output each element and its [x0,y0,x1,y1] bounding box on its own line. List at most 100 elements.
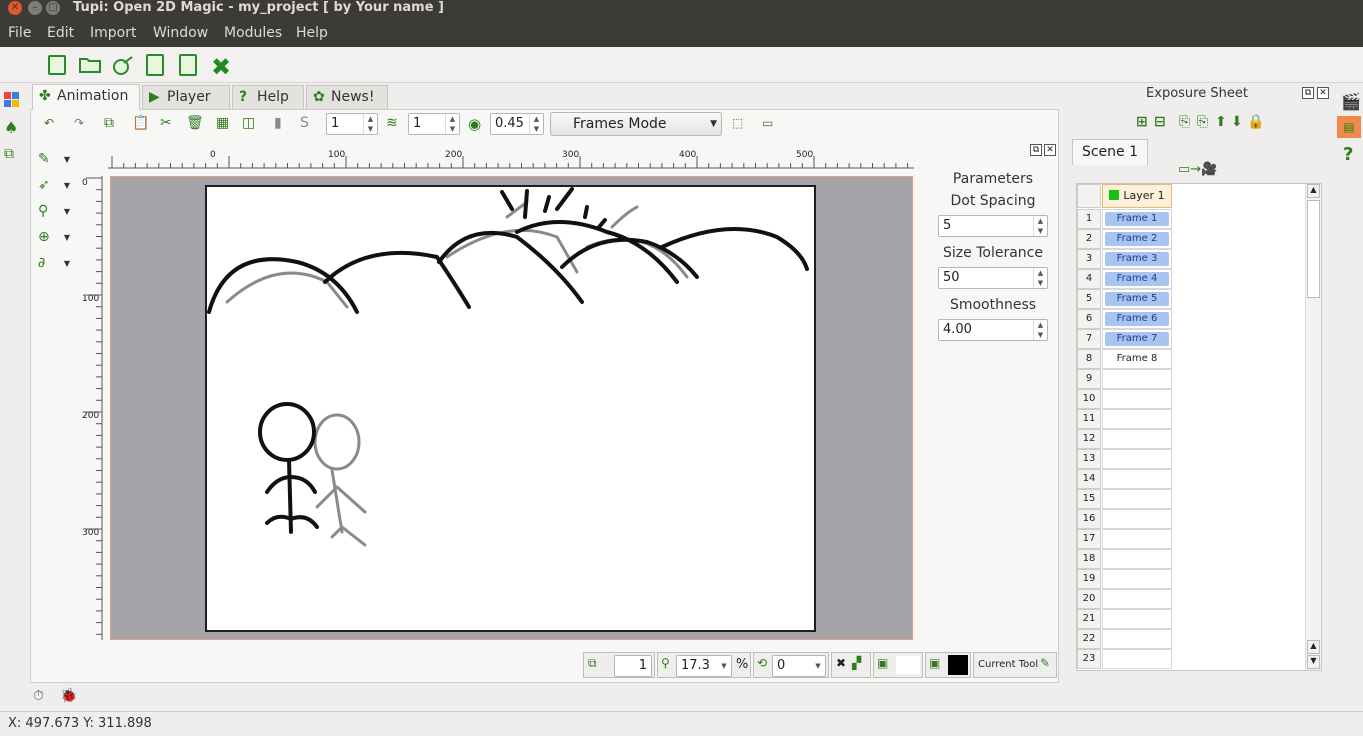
remove-frame-icon[interactable]: ⎘ [1197,114,1208,130]
help-icon[interactable]: ? [1343,144,1353,165]
save-as-icon[interactable] [179,54,197,76]
redo-icon[interactable]: ↷ [74,116,84,130]
tab-help[interactable]: ? Help [232,85,304,109]
paste-icon[interactable]: 📋 [132,115,149,131]
menu-help[interactable]: Help [296,25,328,41]
opacity-spinbox[interactable]: 0.45 ▲ ▼ [490,113,544,135]
frame-cell[interactable]: Frame 2 [1102,229,1172,249]
menu-modules[interactable]: Modules [224,25,282,41]
scroll-down-arrow[interactable]: ▲ [1307,640,1320,654]
frame-cell[interactable] [1102,509,1172,529]
frame-cell[interactable] [1102,589,1172,609]
float-panel-button[interactable]: ⧉ [1030,144,1042,156]
canvas-paper[interactable] [205,185,816,632]
spin-arrows[interactable]: ▲ ▼ [445,114,459,134]
move-down-icon[interactable]: ⬇ [1231,114,1243,130]
rotation-field[interactable]: 0 ▼ [772,655,826,677]
float-panel-button[interactable]: ⧉ [1302,87,1314,99]
scroll-down-arrow[interactable]: ▼ [1307,655,1320,669]
fill-tool[interactable]: ⚲ ▼ [34,203,74,227]
maximize-window-button[interactable]: □ [46,1,60,15]
frame-cell[interactable] [1102,389,1172,409]
frame-cell[interactable]: Frame 7 [1102,329,1172,349]
smoothness-spinbox[interactable]: 4.00 ▲ ▼ [938,319,1048,341]
onion-spinbox[interactable]: 1 ▲ ▼ [408,113,460,135]
zoom-fit-icon[interactable]: ⬚ [732,116,743,130]
frame-cell[interactable]: Frame 6 [1102,309,1172,329]
close-panel-button[interactable]: ✕ [1044,144,1056,156]
frame-cell[interactable] [1102,449,1172,469]
light-table-icon[interactable]: ▮ [274,115,282,131]
zoom-tool[interactable]: ⊕ ▼ [34,229,74,253]
flip-icon[interactable]: S [300,115,309,131]
frame-cell[interactable] [1102,649,1172,669]
dot-spacing-spinbox[interactable]: 5 ▲ ▼ [938,215,1048,237]
frame-cell[interactable] [1102,469,1172,489]
frame-cell[interactable] [1102,529,1172,549]
close-panel-button[interactable]: ✕ [1317,87,1329,99]
move-up-icon[interactable]: ⬆ [1215,114,1227,130]
pen-color-swatch[interactable] [948,655,968,675]
library-icon[interactable]: ⧉ [4,146,14,162]
scene-to-camera-icon[interactable]: ▭→🎥 [1178,162,1217,177]
menu-edit[interactable]: Edit [47,25,74,41]
pencil-tool[interactable]: ✎ ▼ [34,151,74,175]
tab-news[interactable]: ✿ News! [306,85,388,109]
frame-cell[interactable] [1102,569,1172,589]
frame-cell[interactable]: Frame 8 [1102,349,1172,369]
insert-frame-icon[interactable]: ⎘ [1179,114,1190,130]
spin-arrows[interactable]: ▲ ▼ [1033,268,1047,288]
menu-file[interactable]: File [8,25,31,41]
menu-import[interactable]: Import [90,25,136,41]
layer-visibility-icon[interactable] [1109,190,1120,200]
copy-icon[interactable]: ⧉ [104,115,114,131]
bg-color-swatch[interactable] [896,656,920,674]
spin-arrows[interactable]: ▲ ▼ [529,114,543,134]
frame-cell[interactable]: Frame 1 [1102,209,1172,229]
frame-cell[interactable] [1102,489,1172,509]
close-project-icon[interactable]: ✖ [211,53,231,81]
pen-color-control[interactable]: ▣ [925,652,971,678]
spin-arrows[interactable]: ▲ ▼ [363,114,377,134]
timer-icon[interactable]: ⏱ [33,688,44,704]
frame-cell[interactable]: Frame 4 [1102,269,1172,289]
color-palette-icon[interactable] [4,92,20,108]
frame-cell[interactable] [1102,369,1172,389]
spin-arrows[interactable]: ▲ ▼ [1033,320,1047,340]
background-color-control[interactable]: ▣ [873,652,923,678]
frame-cell[interactable] [1102,549,1172,569]
fullscreen-icon[interactable]: ▭ [762,116,773,130]
delete-icon[interactable]: 🗑 [186,115,204,131]
add-layer-icon[interactable]: ⊞ [1136,114,1148,130]
lock-frame-icon[interactable]: 🔒 [1247,114,1264,130]
frame-cell[interactable] [1102,409,1172,429]
frame-cell[interactable] [1102,609,1172,629]
remove-layer-icon[interactable]: ⊟ [1154,114,1166,130]
scroll-up-arrow[interactable]: ▲ [1307,184,1320,198]
grid-icon[interactable]: ▦ [216,115,229,131]
save-project-icon[interactable] [146,54,164,76]
frame-cell[interactable]: Frame 3 [1102,249,1172,269]
tab-player[interactable]: ▶ Player [142,85,230,109]
frame-cell[interactable] [1102,629,1172,649]
close-window-button[interactable]: ✕ [8,1,22,15]
pen-properties-icon[interactable]: ♠ [4,118,18,137]
safe-area-icon[interactable]: ◫ [242,115,255,131]
size-tolerance-spinbox[interactable]: 50 ▲ ▼ [938,267,1048,289]
frame-spinbox[interactable]: 1 ▲ ▼ [326,113,378,135]
scenes-icon[interactable]: 🎬 [1341,92,1361,111]
frame-cell[interactable]: Frame 5 [1102,289,1172,309]
exposure-sheet-icon[interactable]: ▤ [1337,116,1361,138]
frame-cell[interactable] [1102,429,1172,449]
scroll-thumb[interactable] [1307,200,1320,298]
selection-tool[interactable]: ➶ ▼ [34,177,74,201]
zoom-field[interactable]: 17.3 ▼ [676,655,732,677]
drawing-stage[interactable] [110,176,913,640]
menu-window[interactable]: Window [153,25,208,41]
current-frame-field[interactable]: 1 [614,655,652,677]
mode-select[interactable]: Frames Mode ▼ [550,112,722,136]
tab-scene-1[interactable]: Scene 1 [1072,139,1148,165]
scrollbar[interactable]: ▲ ▲ ▼ [1305,184,1321,670]
layer-header[interactable]: Layer 1 [1102,184,1172,208]
motion-tool[interactable]: ∂ ▼ [34,255,74,279]
